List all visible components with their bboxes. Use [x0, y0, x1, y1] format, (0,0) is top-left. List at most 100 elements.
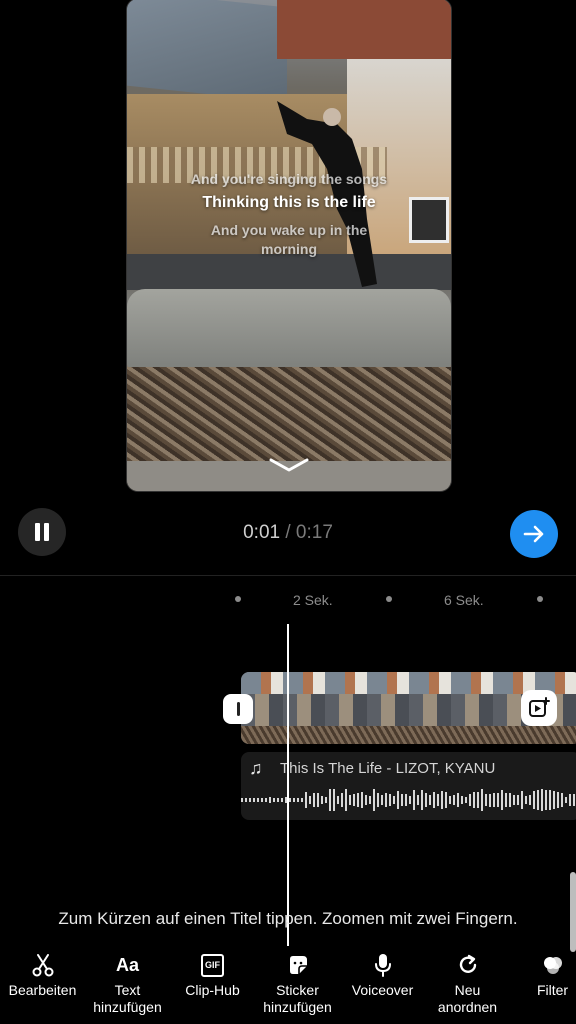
waveform-bar: [265, 798, 267, 802]
waveform-bar: [381, 795, 383, 805]
total-time: 0:17: [295, 522, 333, 543]
waveform-bar: [537, 790, 539, 810]
trim-handle-left[interactable]: [223, 694, 253, 724]
waveform-bar: [421, 789, 423, 811]
waveform-bar: [317, 793, 319, 807]
scissors-icon: [32, 950, 54, 980]
text-aa-icon: Aa: [116, 950, 139, 980]
waveform-bar: [253, 798, 255, 802]
waveform-bar: [281, 798, 283, 802]
waveform-bar: [397, 790, 399, 810]
hint-text: Zum Kürzen auf einen Titel tippen. Zoome…: [58, 909, 518, 928]
waveform-bar: [445, 791, 447, 809]
tool-filter-label: Filter: [536, 982, 569, 998]
tool-edit-label: Bearbeiten: [8, 982, 77, 998]
waveform-bar: [345, 789, 347, 811]
waveform-bar: [373, 789, 375, 811]
add-clip-button[interactable]: [521, 690, 557, 726]
waveform-bar: [273, 797, 275, 803]
tool-voiceover-label: Voiceover: [351, 982, 414, 998]
waveform-bar: [297, 797, 299, 803]
waveform-bar: [293, 798, 295, 802]
waveform-bar: [389, 794, 391, 806]
lyric-next: And you wake up in the morning: [210, 222, 368, 257]
waveform-bar: [493, 793, 495, 807]
trim-handle-grip: [236, 702, 240, 716]
audio-waveform: [241, 786, 576, 814]
waveform-bar: [333, 789, 335, 811]
waveform-bar: [477, 791, 479, 809]
tool-reorder-label: Neu anordnen: [437, 982, 498, 1015]
time-separator: /: [285, 522, 291, 543]
waveform-bar: [545, 789, 547, 811]
waveform-bar: [361, 791, 363, 809]
video-preview[interactable]: And you're singing the songs Thinking th…: [126, 0, 452, 492]
waveform-bar: [349, 795, 351, 805]
audio-track[interactable]: ♫ This Is The Life - LIZOT, KYANU: [241, 752, 576, 820]
tool-voiceover[interactable]: Voiceover: [340, 950, 425, 1024]
waveform-bar: [269, 797, 271, 803]
waveform-bar: [409, 796, 411, 804]
tool-clip-hub-label: Clip-Hub: [185, 982, 240, 998]
waveform-bar: [257, 797, 259, 803]
lyric-current: Thinking this is the life: [202, 194, 376, 211]
lyric-previous: And you're singing the songs: [190, 171, 388, 187]
waveform-bar: [557, 791, 559, 809]
waveform-bar: [457, 793, 459, 807]
waveform-bar: [405, 794, 407, 806]
waveform-bar: [541, 789, 543, 811]
waveform-bar: [369, 795, 371, 805]
tool-reorder[interactable]: Neu anordnen: [425, 950, 510, 1024]
tool-add-sticker-label: Sticker hinzufügen: [263, 982, 332, 1015]
waveform-bar: [553, 791, 555, 809]
waveform-bar: [549, 790, 551, 810]
waveform-bar: [509, 793, 511, 807]
waveform-bar: [433, 792, 435, 808]
waveform-bar: [473, 791, 475, 809]
next-button[interactable]: [510, 510, 558, 558]
waveform-bar: [241, 797, 243, 803]
divider: [0, 575, 576, 576]
tool-add-sticker[interactable]: Sticker hinzufügen: [255, 950, 340, 1024]
waveform-bar: [289, 797, 291, 803]
waveform-bar: [513, 794, 515, 806]
waveform-bar: [245, 797, 247, 803]
waveform-bar: [565, 796, 567, 804]
bottom-toolbar: Bearbeiten Aa Text hinzufügen GIF Clip-H…: [0, 950, 576, 1024]
microphone-icon: [374, 950, 392, 980]
ruler-dot: [235, 596, 241, 602]
current-time: 0:01: [243, 522, 281, 543]
tool-edit[interactable]: Bearbeiten: [0, 950, 85, 1024]
ruler-label-2s: 2 Sek.: [293, 592, 333, 608]
waveform-bar: [429, 795, 431, 805]
waveform-bar: [525, 795, 527, 805]
waveform-bar: [481, 789, 483, 811]
waveform-bar: [305, 791, 307, 809]
tool-add-text[interactable]: Aa Text hinzufügen: [85, 950, 170, 1024]
ruler-label-6s: 6 Sek.: [444, 592, 484, 608]
waveform-bar: [337, 796, 339, 804]
waveform-bar: [437, 793, 439, 807]
playback-time: 0:01 / 0:17: [0, 522, 576, 544]
waveform-bar: [329, 789, 331, 811]
waveform-bar: [529, 794, 531, 806]
waveform-bar: [249, 798, 251, 802]
reorder-icon: [457, 950, 479, 980]
waveform-bar: [505, 793, 507, 807]
waveform-bar: [353, 793, 355, 807]
arrow-right-icon: [523, 525, 544, 543]
waveform-bar: [521, 791, 523, 809]
waveform-bar: [453, 795, 455, 805]
tool-add-text-label: Text hinzufügen: [93, 982, 162, 1015]
tool-filter[interactable]: Filter: [510, 950, 576, 1024]
tool-clip-hub[interactable]: GIF Clip-Hub: [170, 950, 255, 1024]
waveform-bar: [365, 794, 367, 806]
waveform-bar: [501, 790, 503, 810]
gif-icon: GIF: [201, 950, 224, 980]
playhead[interactable]: [287, 624, 289, 946]
waveform-bar: [485, 794, 487, 806]
chevron-down-icon[interactable]: [269, 457, 309, 473]
waveform-bar: [385, 792, 387, 808]
waveform-bar: [489, 793, 491, 807]
waveform-bar: [261, 797, 263, 803]
